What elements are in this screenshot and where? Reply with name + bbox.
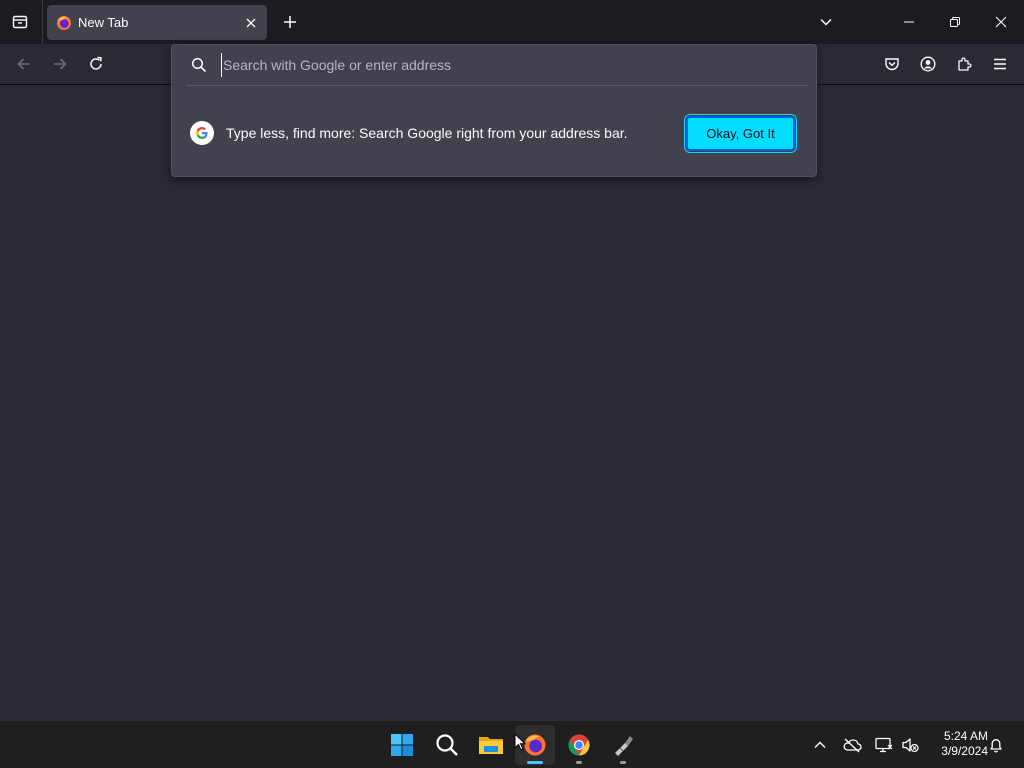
restore-icon xyxy=(950,17,960,27)
chrome-taskbar-button[interactable] xyxy=(559,725,599,765)
clock-date: 3/9/2024 xyxy=(941,744,988,758)
google-logo-icon xyxy=(190,121,214,145)
minimize-button[interactable] xyxy=(886,0,932,44)
tip-message: Type less, find more: Search Google righ… xyxy=(226,125,628,141)
address-bar-popup: Type less, find more: Search Google righ… xyxy=(171,44,817,177)
chevron-down-icon xyxy=(820,18,832,26)
running-app-indicator xyxy=(576,761,582,764)
back-arrow-icon xyxy=(17,58,30,70)
system-clock[interactable]: 5:24 AM 3/9/2024 xyxy=(926,729,988,761)
list-all-tabs-button[interactable] xyxy=(810,6,842,38)
volume-status[interactable] xyxy=(898,733,922,757)
screen: New Tab Search with Google or enter addr… xyxy=(0,0,1024,768)
mouse-cursor-icon xyxy=(514,733,526,751)
account-button[interactable] xyxy=(912,48,944,80)
forward-arrow-icon xyxy=(54,58,67,70)
forward-button[interactable] xyxy=(44,48,76,80)
reload-button[interactable] xyxy=(80,48,112,80)
volume-muted-icon xyxy=(902,738,919,753)
search-tip: Type less, find more: Search Google righ… xyxy=(172,113,816,153)
tab-title: New Tab xyxy=(78,15,129,30)
tab-separator xyxy=(42,0,43,44)
chrome-icon xyxy=(568,734,590,756)
active-app-indicator xyxy=(527,761,543,764)
taskbar-search-button[interactable] xyxy=(427,725,467,765)
tool-app-icon xyxy=(615,736,633,756)
search-icon xyxy=(191,57,207,73)
plus-icon xyxy=(284,16,296,28)
account-icon xyxy=(920,56,936,72)
close-icon xyxy=(246,18,256,27)
notifications-button[interactable] xyxy=(984,733,1008,757)
tab-list-button[interactable] xyxy=(4,6,36,38)
onedrive-offline-icon xyxy=(843,738,862,753)
clock-time: 5:24 AM xyxy=(943,729,988,743)
minimize-icon xyxy=(904,21,914,23)
start-button[interactable] xyxy=(382,725,422,765)
notification-bell-icon xyxy=(990,739,1002,753)
firefox-icon xyxy=(57,15,71,30)
onedrive-status[interactable] xyxy=(840,733,864,757)
tab-close-button[interactable] xyxy=(239,11,263,35)
running-app-indicator xyxy=(620,761,626,764)
network-icon xyxy=(875,737,893,753)
restore-button[interactable] xyxy=(932,0,978,44)
close-window-button[interactable] xyxy=(978,0,1024,44)
file-explorer-icon xyxy=(479,737,503,754)
address-bar xyxy=(172,45,816,85)
chevron-up-icon xyxy=(814,741,826,748)
back-button[interactable] xyxy=(8,48,40,80)
tab-list-icon xyxy=(12,15,28,29)
taskbar: 5:24 AM 3/9/2024 xyxy=(0,720,1024,768)
tool-app-taskbar-button[interactable] xyxy=(603,725,643,765)
reload-icon xyxy=(90,56,102,70)
show-hidden-icons-button[interactable] xyxy=(808,733,832,757)
extensions-icon xyxy=(958,57,972,71)
okay-got-it-button[interactable]: Okay, Got It xyxy=(684,113,797,153)
pocket-icon xyxy=(885,58,899,71)
divider xyxy=(186,85,808,86)
save-to-pocket-button[interactable] xyxy=(876,48,908,80)
file-explorer-button[interactable] xyxy=(471,725,511,765)
firefox-icon xyxy=(524,734,546,756)
extensions-button[interactable] xyxy=(948,48,980,80)
hamburger-menu-icon xyxy=(994,58,1006,70)
close-icon xyxy=(995,16,1007,28)
network-status[interactable] xyxy=(872,733,896,757)
address-input[interactable] xyxy=(221,53,781,77)
tab-new-tab[interactable]: New Tab xyxy=(47,5,267,40)
new-tab-button[interactable] xyxy=(274,6,306,38)
application-menu-button[interactable] xyxy=(984,48,1016,80)
tab-strip: New Tab xyxy=(0,0,1024,44)
windows-start-icon xyxy=(391,734,413,756)
search-icon xyxy=(436,734,458,756)
